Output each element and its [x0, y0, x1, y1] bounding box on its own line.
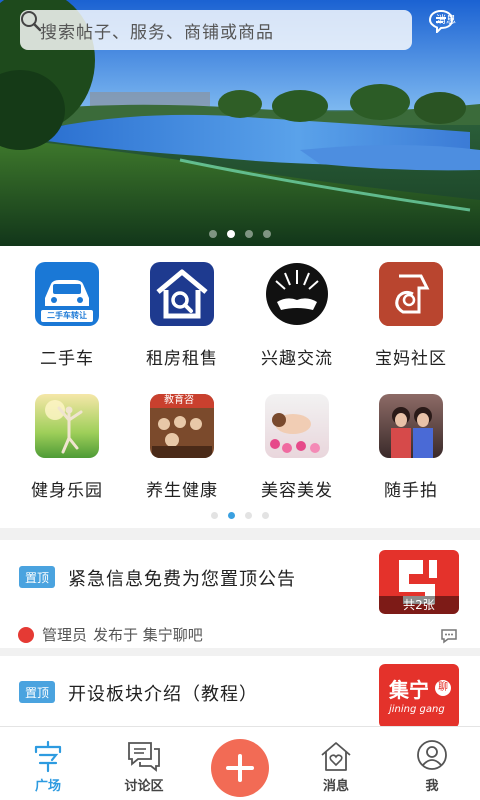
used-car-icon: 二手车转让: [35, 262, 99, 326]
post-title[interactable]: 紧急信息免费为您置顶公告: [68, 565, 296, 591]
post-thumbnail[interactable]: 集宁 聊 jining gang: [379, 664, 459, 728]
category-interest[interactable]: 兴趣交流: [237, 262, 357, 392]
category-label: 兴趣交流: [261, 349, 333, 369]
publish-button[interactable]: [211, 739, 269, 797]
grid-dot[interactable]: [211, 512, 218, 519]
category-label: 养生健康: [146, 481, 218, 501]
category-rental[interactable]: 租房租售: [122, 262, 242, 392]
category-label: 租房租售: [146, 349, 218, 369]
home-heart-icon: [321, 742, 351, 771]
grid-dot-active[interactable]: [228, 512, 235, 519]
category-snapshot[interactable]: 随手拍: [351, 394, 471, 524]
category-health[interactable]: 教育咨 养生健康: [122, 394, 242, 524]
tab-label: 消息: [322, 779, 349, 794]
thumbnail-logo-subtext: jining gang: [389, 704, 445, 715]
author-role[interactable]: 管理员: [42, 624, 87, 645]
banner-carousel[interactable]: 搜索帖子、服务、商铺或商品 消息: [0, 0, 480, 246]
snapshot-photo-icon: [379, 394, 443, 458]
category-mom[interactable]: 宝妈社区: [351, 262, 471, 392]
banner-page-indicator: [0, 230, 480, 238]
category-grid: 二手车转让 二手车 租房租售 兴趣交流 宝妈社区 健身乐园 教育咨 养生健康 美…: [0, 246, 480, 528]
grid-dot[interactable]: [245, 512, 252, 519]
plus-icon: [226, 754, 254, 782]
category-label: 宝妈社区: [375, 349, 447, 369]
tab-plaza[interactable]: 广场: [8, 727, 88, 800]
author-avatar[interactable]: [18, 626, 34, 643]
plaza-icon: [34, 740, 62, 773]
message-icon: [428, 9, 454, 33]
category-label: 美容美发: [261, 481, 333, 501]
thumbnail-count: 共2张: [403, 598, 435, 612]
banner-dot[interactable]: [263, 230, 271, 238]
tab-messages[interactable]: 消息: [296, 727, 376, 800]
app-screen: 搜索帖子、服务、商铺或商品 消息 二手车转让 二手车 租房租售 兴趣交流 宝妈社…: [0, 0, 480, 800]
spa-photo-icon: [265, 394, 329, 458]
search-placeholder: 搜索帖子、服务、商铺或商品: [40, 22, 274, 43]
category-label: 二手车: [40, 349, 94, 369]
comment-icon[interactable]: [440, 628, 458, 644]
tab-label: 我: [425, 779, 439, 794]
post-thumbnail[interactable]: 共2张: [379, 550, 459, 614]
thumbnail-logo-badge: 聊: [435, 680, 451, 696]
yoga-photo-icon: [35, 394, 99, 458]
category-fitness[interactable]: 健身乐园: [7, 394, 127, 524]
mom-baby-icon: [379, 262, 443, 326]
category-label: 随手拍: [384, 481, 438, 501]
used-car-icon-text: 二手车转让: [47, 311, 87, 320]
search-bar[interactable]: 搜索帖子、服务、商铺或商品: [20, 10, 412, 50]
category-beauty[interactable]: 美容美发: [237, 394, 357, 524]
category-used-car[interactable]: 二手车转让 二手车: [7, 262, 127, 392]
tab-label: 讨论区: [124, 779, 164, 794]
banner-dot[interactable]: [245, 230, 253, 238]
house-search-icon: [150, 262, 214, 326]
grid-page-indicator: [0, 512, 480, 519]
header-message-button[interactable]: 消息: [428, 9, 464, 33]
tab-label: 广场: [34, 779, 61, 794]
post-item[interactable]: 置顶 开设板块介绍（教程） 集宁 聊 jining gang: [0, 656, 480, 728]
tab-me[interactable]: 我: [392, 727, 472, 800]
banner-dot-active[interactable]: [227, 230, 235, 238]
bottom-navigation: 广场 讨论区 消息 我: [0, 726, 480, 800]
banner-dot[interactable]: [209, 230, 217, 238]
health-class-photo-icon: 教育咨: [150, 394, 214, 458]
post-meta: 管理员 发布于 集宁聊吧: [18, 624, 203, 645]
search-icon: [21, 11, 42, 32]
post-title[interactable]: 开设板块介绍（教程）: [68, 680, 258, 706]
tab-discussion[interactable]: 讨论区: [104, 727, 184, 800]
post-item[interactable]: 置顶 紧急信息免费为您置顶公告 共2张 管理员 发布于 集宁聊吧: [0, 540, 480, 648]
handshake-icon: [265, 262, 329, 326]
chat-bubbles-icon: [128, 742, 160, 772]
thumbnail-logo-text: 集宁: [389, 678, 429, 702]
grid-dot[interactable]: [262, 512, 269, 519]
user-icon: [417, 740, 447, 770]
pinned-tag: 置顶: [19, 681, 55, 703]
category-label: 健身乐园: [31, 481, 103, 501]
published-in: 发布于 集宁聊吧: [93, 626, 203, 644]
pinned-tag: 置顶: [19, 566, 55, 588]
